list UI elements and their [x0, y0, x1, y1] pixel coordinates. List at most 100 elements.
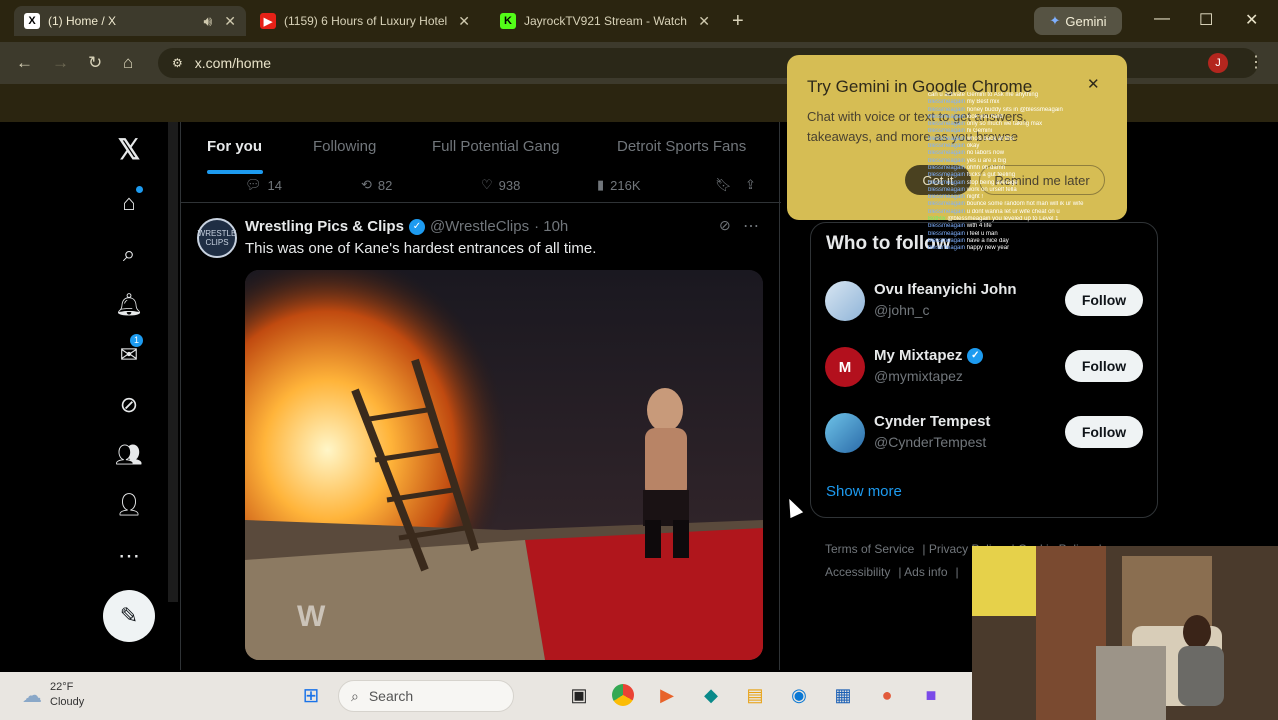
tab-following[interactable]: Following — [313, 138, 376, 155]
sidebar-scrollbar[interactable] — [168, 122, 178, 602]
chat-text: look you hard — [966, 113, 1003, 120]
chat-text: honey buddy sits in @blessmeagain — [966, 106, 1063, 113]
more-icon[interactable]: ⋯ — [114, 541, 144, 571]
profile-avatar[interactable]: J — [1208, 53, 1228, 73]
like-button[interactable]: ♡ 938 — [481, 177, 520, 193]
home-icon[interactable]: ⌂ — [114, 186, 144, 218]
post-button[interactable]: ✎ — [103, 590, 155, 642]
tweet-author-name[interactable]: Wrestling Pics & Clips — [245, 218, 404, 235]
tab-youtube[interactable]: ▶ (1159) 6 Hours of Luxury Hotel ✕ — [250, 6, 480, 36]
gemini-button[interactable]: ✦ Gemini — [1034, 7, 1122, 35]
follow-button[interactable]: Follow — [1065, 416, 1143, 448]
app-icon[interactable]: ● — [874, 682, 900, 708]
edge-icon[interactable]: ◉ — [786, 682, 812, 708]
home-page-icon[interactable]: ⌂ — [123, 53, 133, 73]
reply-button[interactable]: 💬︎ 14 — [245, 177, 282, 193]
follow-suggestion[interactable]: Cynder Tempest @CynderTempest Follow — [825, 409, 1145, 457]
accessibility-link[interactable]: Accessibility — [825, 565, 890, 579]
share-icon[interactable]: ⇪ — [745, 177, 756, 193]
browser-menu-icon[interactable]: ⋮ — [1248, 52, 1264, 72]
file-explorer-icon[interactable]: ▤ — [742, 682, 768, 708]
stream-chat-overlay: can u activate Gemini to Ask me anything… — [928, 92, 1273, 322]
ads-info-link[interactable]: Ads info — [904, 565, 947, 579]
tweet-more-icon[interactable]: ⋯ — [743, 216, 759, 236]
grok-icon[interactable]: ⊘ — [114, 390, 144, 420]
avatar[interactable] — [825, 281, 865, 321]
copilot-icon[interactable]: ◆ — [698, 682, 724, 708]
mail-icon[interactable]: ✉ 1 — [114, 334, 144, 370]
kick-logo-icon: K — [500, 13, 516, 29]
chat-message: blessmeagain night ! — [928, 194, 1273, 201]
new-tab-icon[interactable]: + — [732, 10, 744, 33]
views-button[interactable]: ▮ 216K — [597, 177, 641, 193]
tweet-video[interactable]: W — [245, 270, 763, 660]
avatar[interactable]: M — [825, 347, 865, 387]
tweet-author-handle[interactable]: @WrestleClips — [430, 218, 529, 235]
grok-explain-icon[interactable]: ⊘ — [719, 217, 731, 234]
follow-button[interactable]: Follow — [1065, 350, 1143, 382]
chrome-icon[interactable] — [610, 682, 636, 708]
stream-app-icon[interactable]: ▶ — [654, 682, 680, 708]
speaker-icon[interactable]: 🔊︎ — [203, 13, 212, 30]
tweet[interactable]: WRESTLE CLIPS Wrestling Pics & Clips ✓ @… — [181, 204, 781, 670]
feed-tabs: For you Following Full Potential Gang De… — [181, 122, 781, 174]
profile-icon[interactable]: 👤︎ — [114, 490, 144, 520]
chat-message: blessmeagain yes u are a big — [928, 158, 1273, 165]
search-icon: ⌕ — [351, 687, 359, 704]
bell-icon[interactable]: 🔔︎ — [114, 290, 144, 320]
communities-icon[interactable]: 👥︎ — [114, 440, 144, 470]
tab-full-potential-gang[interactable]: Full Potential Gang — [432, 138, 560, 155]
close-tab-icon[interactable]: ✕ — [224, 13, 236, 30]
x-logo-icon[interactable]: 𝕏 — [114, 134, 144, 165]
chat-message: blessmeagain no labors now — [928, 150, 1273, 157]
suggestion-handle: @CynderTempest — [874, 434, 987, 450]
suggestion-handle: @john_c — [874, 302, 930, 318]
tab-title: (1159) 6 Hours of Luxury Hotel — [284, 14, 448, 28]
avatar[interactable] — [825, 413, 865, 453]
terms-link[interactable]: Terms of Service — [825, 542, 914, 556]
weather-temp: 22°F — [50, 681, 74, 693]
tweet-time[interactable]: · 10h — [534, 218, 568, 235]
tab-detroit-sports-fans[interactable]: Detroit Sports Fans — [617, 138, 746, 155]
tweet-text: This was one of Kane's hardest entrances… — [245, 240, 597, 257]
close-tab-icon[interactable]: ✕ — [698, 13, 710, 30]
bookmark-icon[interactable]: 🔖︎ — [715, 177, 732, 193]
chat-message: blessmeagain honey buddy sits in @blessm… — [928, 107, 1273, 114]
taskbar-search[interactable]: ⌕ Search — [338, 680, 514, 712]
cloud-icon: ☁ — [22, 684, 42, 707]
app-icon[interactable]: ■ — [918, 682, 944, 708]
verified-badge-icon: ✓ — [967, 347, 984, 364]
forward-icon[interactable]: → — [52, 53, 69, 73]
back-icon[interactable]: ← — [16, 53, 33, 73]
weather-widget[interactable]: ☁ 22°F Cloudy — [22, 680, 84, 710]
maximize-icon[interactable]: ☐ — [1199, 10, 1213, 30]
reply-count: 14 — [267, 177, 282, 193]
site-info-icon[interactable]: ⚙ — [172, 56, 183, 70]
show-more-link[interactable]: Show more — [826, 483, 902, 500]
tab-x-home[interactable]: X (1) Home / X 🔊︎ ✕ — [14, 6, 246, 36]
store-icon[interactable]: ▦ — [830, 682, 856, 708]
search-icon[interactable]: ⌕ — [114, 239, 144, 269]
chat-text: with 4 life — [966, 223, 992, 230]
chat-username: blessmeagain — [928, 237, 966, 244]
minimize-icon[interactable]: — — [1154, 10, 1170, 28]
tweet-avatar[interactable]: WRESTLE CLIPS — [197, 218, 237, 258]
suggestion-name: Cynder Tempest — [874, 413, 990, 430]
tab-title: JayrockTV921 Stream - Watch — [524, 14, 687, 28]
repost-button[interactable]: ⟲ 82 — [361, 177, 392, 193]
task-view-icon[interactable]: ▣ — [566, 682, 592, 708]
reload-icon[interactable]: ↻ — [88, 53, 102, 73]
chat-username: blessmeagain — [928, 128, 966, 135]
chat-message: blessmeagain hi Gemini — [928, 128, 1273, 135]
close-icon[interactable]: ✕ — [1087, 75, 1100, 93]
close-tab-icon[interactable]: ✕ — [458, 13, 470, 30]
prev-tweet-actions: 💬︎ 14 ⟲ 82 ♡ 938 ▮ 216K 🔖︎ ⇪ — [181, 174, 781, 203]
like-count: 938 — [498, 177, 521, 193]
chat-username: blessmeagain — [928, 135, 966, 142]
close-window-icon[interactable]: ✕ — [1245, 10, 1258, 30]
tab-for-you[interactable]: For you — [207, 138, 262, 155]
windows-start-icon[interactable]: ⊞ — [298, 682, 324, 708]
follow-suggestion[interactable]: M My Mixtapez ✓ @mymixtapez Follow — [825, 343, 1145, 391]
mouse-cursor — [782, 495, 804, 519]
tab-kick[interactable]: K JayrockTV921 Stream - Watch ✕ — [490, 6, 720, 36]
